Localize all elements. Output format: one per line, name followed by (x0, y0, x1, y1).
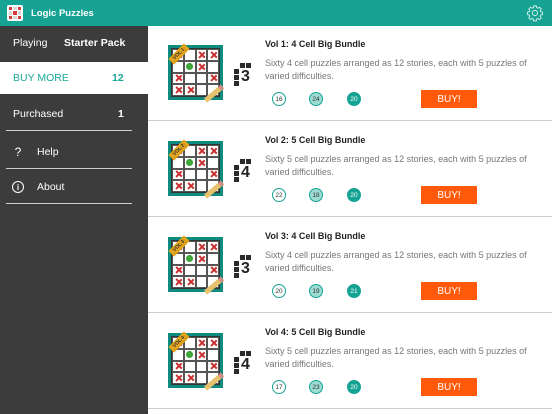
sidebar-item-about[interactable]: i About (0, 171, 148, 203)
title-bar: Logic Puzzles (0, 0, 552, 26)
sidebar-item-help[interactable]: ? Help (0, 136, 148, 168)
app-title: Logic Puzzles (31, 7, 94, 19)
difficulty-badge-medium: 24 (309, 92, 323, 106)
grid-size-number: 3 (241, 260, 250, 277)
sidebar-item-buy-more[interactable]: BUY MORE 12 (0, 62, 148, 94)
difficulty-badge-medium: 23 (309, 380, 323, 394)
puzzle-thumbnail-icon: VOL 1 (168, 43, 225, 103)
buy-more-label: BUY MORE (13, 72, 69, 84)
difficulty-badge-medium: 19 (309, 284, 323, 298)
bundle-card: VOL 4 4 Vol 4: 5 Cell Big Bundle Sixty 5… (148, 314, 552, 409)
bundle-description: Sixty 5 cell puzzles arranged as 12 stor… (265, 346, 527, 369)
difficulty-badge-medium: 18 (309, 188, 323, 202)
difficulty-badge-hard: 20 (347, 380, 361, 394)
puzzle-thumbnail-icon: VOL 3 (168, 235, 225, 295)
buy-more-count: 12 (112, 72, 124, 84)
bundle-list[interactable]: VOL 1 3 Vol 1: 4 Cell Big Bundle Sixty 4… (148, 26, 552, 414)
bundle-card: VOL 3 3 Vol 3: 4 Cell Big Bundle Sixty 4… (148, 218, 552, 313)
info-icon: i (12, 181, 24, 193)
puzzle-thumbnail-icon: VOL 4 (168, 331, 225, 391)
buy-button[interactable]: BUY! (421, 282, 477, 300)
question-icon: ? (14, 145, 22, 159)
difficulty-badge-hard: 21 (347, 284, 361, 298)
bundle-description: Sixty 4 cell puzzles arranged as 12 stor… (265, 250, 527, 273)
purchased-label: Purchased (13, 108, 64, 120)
bundle-title: Vol 3: 4 Cell Big Bundle (265, 231, 366, 241)
sidebar-item-playing[interactable]: Playing Starter Pack (0, 26, 148, 60)
about-label: About (37, 181, 65, 193)
bundle-card: VOL 2 4 Vol 2: 5 Cell Big Bundle Sixty 5… (148, 122, 552, 217)
bundle-title: Vol 1: 4 Cell Big Bundle (265, 39, 366, 49)
buy-button[interactable]: BUY! (421, 186, 477, 204)
app-logo-icon (7, 5, 23, 21)
bundle-title: Vol 4: 5 Cell Big Bundle (265, 327, 366, 337)
sidebar-divider (6, 130, 132, 131)
sidebar: Playing Starter Pack BUY MORE 12 Purchas… (0, 26, 148, 414)
grid-size-number: 4 (241, 356, 250, 373)
difficulty-badge-easy: 16 (272, 92, 286, 106)
gear-icon[interactable] (526, 4, 544, 22)
bundle-card: VOL 1 3 Vol 1: 4 Cell Big Bundle Sixty 4… (148, 26, 552, 121)
sidebar-item-purchased[interactable]: Purchased 1 (0, 98, 148, 130)
grid-size-number: 4 (241, 164, 250, 181)
playing-label: Playing (13, 37, 48, 49)
difficulty-badge-easy: 22 (272, 188, 286, 202)
bundle-title: Vol 2: 5 Cell Big Bundle (265, 135, 366, 145)
playing-value: Starter Pack (64, 37, 126, 49)
buy-button[interactable]: BUY! (421, 378, 477, 396)
grid-size-number: 3 (241, 68, 250, 85)
buy-button[interactable]: BUY! (421, 90, 477, 108)
difficulty-badge-hard: 20 (347, 92, 361, 106)
puzzle-thumbnail-icon: VOL 2 (168, 139, 225, 199)
difficulty-badge-easy: 20 (272, 284, 286, 298)
bundle-description: Sixty 4 cell puzzles arranged as 12 stor… (265, 58, 527, 81)
difficulty-badge-hard: 20 (347, 188, 361, 202)
sidebar-divider (6, 168, 132, 169)
purchased-count: 1 (118, 108, 124, 120)
help-label: Help (37, 146, 59, 158)
sidebar-divider (6, 203, 132, 204)
difficulty-badge-easy: 17 (272, 380, 286, 394)
bundle-description: Sixty 5 cell puzzles arranged as 12 stor… (265, 154, 527, 177)
